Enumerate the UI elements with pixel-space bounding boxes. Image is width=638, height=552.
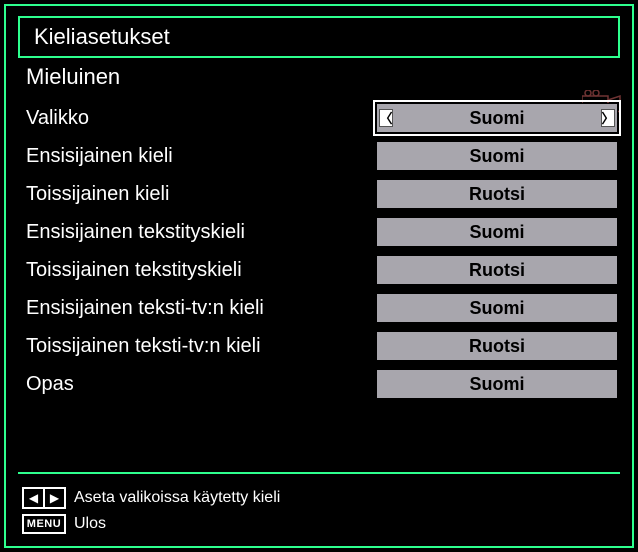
menu-button-icon: MENU	[22, 514, 66, 534]
settings-panel: Kieliasetukset Mieluinen Valikko〈〉SuomiE…	[4, 4, 634, 548]
setting-label: Toissijainen tekstityskieli	[20, 259, 376, 282]
setting-value-text: Suomi	[469, 146, 524, 167]
setting-label: Valikko	[20, 107, 376, 130]
setting-value-text: Suomi	[469, 108, 524, 129]
divider	[18, 472, 620, 474]
setting-value[interactable]: Suomi	[376, 293, 618, 323]
chevron-left-icon[interactable]: 〈	[379, 109, 393, 127]
setting-value[interactable]: Suomi	[376, 369, 618, 399]
setting-value-text: Ruotsi	[469, 184, 525, 205]
setting-value[interactable]: Suomi	[376, 217, 618, 247]
setting-value-text: Suomi	[469, 222, 524, 243]
setting-row[interactable]: Opas Suomi	[20, 366, 618, 402]
setting-row[interactable]: Toissijainen kieli Ruotsi	[20, 176, 618, 212]
setting-value-text: Ruotsi	[469, 260, 525, 281]
page-title: Kieliasetukset	[18, 16, 620, 58]
setting-row[interactable]: Ensisijainen teksti-tv:n kieli Suomi	[20, 290, 618, 326]
footer-hint-text: Aseta valikoissa käytetty kieli	[74, 489, 280, 507]
setting-row[interactable]: Toissijainen teksti-tv:n kieli Ruotsi	[20, 328, 618, 364]
setting-value[interactable]: Ruotsi	[376, 331, 618, 361]
setting-value-text: Ruotsi	[469, 336, 525, 357]
setting-value-text: Suomi	[469, 298, 524, 319]
setting-label: Toissijainen teksti-tv:n kieli	[20, 335, 376, 358]
setting-value[interactable]: Suomi	[376, 141, 618, 171]
footer-menu-text: Ulos	[74, 515, 106, 533]
footer-menu-row: MENU Ulos	[22, 514, 280, 534]
footer: ◀ ▶ Aseta valikoissa käytetty kieli MENU…	[22, 487, 280, 534]
setting-value[interactable]: Ruotsi	[376, 179, 618, 209]
setting-value-text: Suomi	[469, 374, 524, 395]
setting-label: Opas	[20, 373, 376, 396]
setting-row[interactable]: Valikko〈 〉 Suomi	[20, 100, 618, 136]
triangle-left-icon: ◀	[24, 489, 45, 507]
chevron-right-icon[interactable]: 〉	[601, 109, 615, 127]
footer-hint-row: ◀ ▶ Aseta valikoissa käytetty kieli	[22, 487, 280, 509]
setting-label: Ensisijainen tekstityskieli	[20, 221, 376, 244]
setting-row[interactable]: Toissijainen tekstityskieli Ruotsi	[20, 252, 618, 288]
setting-label: Toissijainen kieli	[20, 183, 376, 206]
settings-list: Valikko〈 〉 Suomi Ensisijainen kieli Suomi Toi…	[20, 100, 618, 402]
setting-value[interactable]: 〈 〉 Suomi	[376, 103, 618, 133]
setting-label: Ensisijainen teksti-tv:n kieli	[20, 297, 376, 320]
setting-value[interactable]: Ruotsi	[376, 255, 618, 285]
section-heading: Mieluinen	[26, 64, 612, 90]
setting-row[interactable]: Ensisijainen kieli Suomi	[20, 138, 618, 174]
setting-label: Ensisijainen kieli	[20, 145, 376, 168]
title-text: Kieliasetukset	[34, 24, 170, 49]
triangle-right-icon: ▶	[45, 489, 64, 507]
left-right-icon: ◀ ▶	[22, 487, 66, 509]
setting-row[interactable]: Ensisijainen tekstityskieli Suomi	[20, 214, 618, 250]
